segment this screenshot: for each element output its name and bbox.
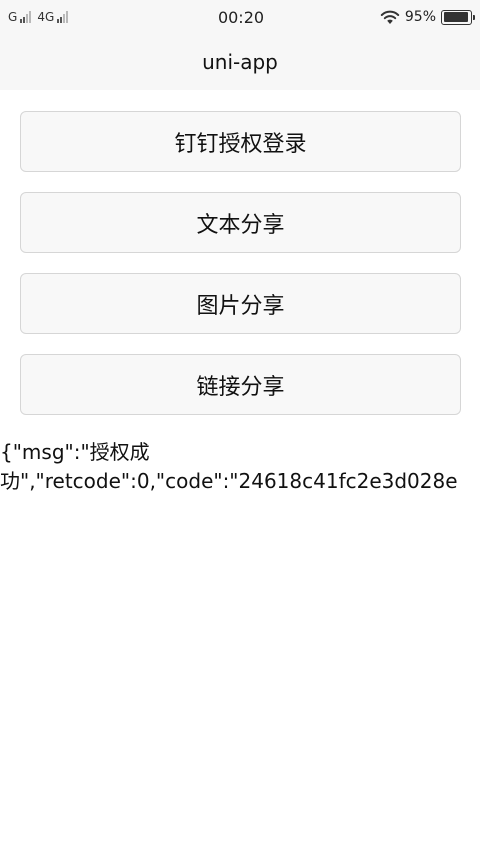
sim2-signal: 4G xyxy=(37,10,69,24)
result-line-1: {"msg":"授权成 xyxy=(0,440,150,464)
sim1-signal: G xyxy=(8,10,32,24)
result-line-2: 功","retcode":0,"code":"24618c41fc2e3d028… xyxy=(0,469,458,493)
signal-icon xyxy=(20,11,32,23)
signal-icon xyxy=(57,11,69,23)
share-link-button[interactable]: 链接分享 xyxy=(20,354,461,415)
app-screen: G 4G 00:20 95% uni-app 钉钉授权登录 文本分享 图片分享 … xyxy=(0,0,480,853)
result-output: {"msg":"授权成 功","retcode":0,"code":"24618… xyxy=(0,438,480,496)
sim1-label: G xyxy=(8,10,18,24)
status-time: 00:20 xyxy=(217,7,265,27)
status-bar: G 4G 00:20 95% xyxy=(0,0,480,34)
wifi-icon xyxy=(380,10,400,25)
battery-icon xyxy=(441,9,475,25)
signal-group: G 4G xyxy=(8,11,168,23)
share-image-button[interactable]: 图片分享 xyxy=(20,273,461,334)
battery-percent: 95% xyxy=(404,9,436,25)
page-title: uni-app xyxy=(202,50,278,74)
status-right: 95% xyxy=(354,9,475,25)
battery-fill xyxy=(443,12,469,22)
share-text-button[interactable]: 文本分享 xyxy=(20,192,461,253)
navigation-bar: uni-app xyxy=(0,34,480,90)
sim2-label: 4G xyxy=(37,10,55,24)
dingtalk-login-button[interactable]: 钉钉授权登录 xyxy=(20,111,461,172)
